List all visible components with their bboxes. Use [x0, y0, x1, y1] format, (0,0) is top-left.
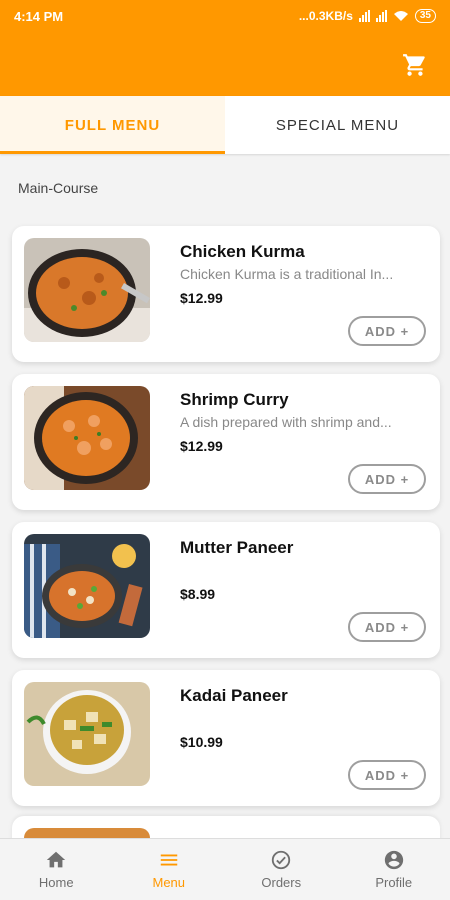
menu-item-card[interactable]: Mutter Paneer $8.99 ADD + [12, 522, 440, 658]
food-image [24, 534, 150, 638]
tab-full-menu[interactable]: FULL MENU [0, 96, 225, 154]
signal-icon [358, 10, 370, 22]
status-bar: 4:14 PM ...0.3KB/s 35 [0, 0, 450, 32]
food-image [24, 386, 150, 490]
item-name: Mutter Paneer [180, 538, 294, 557]
add-button[interactable]: ADD + [348, 760, 426, 790]
nav-menu-label: Menu [152, 875, 186, 890]
item-description: Chicken Kurma is a traditional In... [180, 266, 394, 282]
check-circle-icon [272, 850, 291, 870]
account-icon [384, 850, 403, 870]
menu-item-card[interactable]: Chicken Kurma Chicken Kurma is a traditi… [12, 226, 440, 362]
section-title: Main-Course [18, 180, 99, 196]
item-description: A dish prepared with shrimp and... [180, 414, 392, 430]
item-price: $8.99 [180, 586, 216, 602]
tab-special-menu[interactable]: SPECIAL MENU [225, 96, 450, 154]
add-button[interactable]: ADD + [348, 464, 426, 494]
cart-icon[interactable] [402, 52, 428, 78]
food-image [24, 238, 150, 342]
menu-item-card[interactable]: Kadai Paneer $10.99 ADD + [12, 670, 440, 806]
status-indicators: ...0.3KB/s 35 [299, 9, 436, 23]
nav-orders-label: Orders [261, 875, 302, 890]
item-name: Chicken Kurma [180, 242, 305, 261]
wifi-icon [393, 11, 408, 21]
nav-home[interactable]: Home [0, 839, 113, 900]
network-speed: ...0.3KB/s [298, 9, 353, 23]
item-price: $12.99 [180, 438, 223, 454]
item-name: Kadai Paneer [180, 686, 288, 705]
home-icon [47, 851, 66, 868]
nav-orders[interactable]: Orders [225, 839, 338, 900]
item-price: $10.99 [180, 734, 223, 750]
nav-home-label: Home [38, 875, 74, 890]
add-button[interactable]: ADD + [348, 316, 426, 346]
menu-item-card[interactable]: Shrimp Curry A dish prepared with shrimp… [12, 374, 440, 510]
nav-menu[interactable]: Menu [113, 839, 226, 900]
status-time: 4:14 PM [14, 8, 64, 24]
item-price: $12.99 [180, 290, 223, 306]
food-image [24, 682, 150, 786]
nav-profile[interactable]: Profile [338, 839, 450, 900]
item-name: Shrimp Curry [180, 390, 289, 409]
app-bar: 4:14 PM ...0.3KB/s 35 [0, 0, 450, 96]
add-button[interactable]: ADD + [348, 612, 426, 642]
battery-indicator: 35 [414, 9, 436, 23]
nav-profile-label: Profile [375, 875, 413, 890]
menu-icon [160, 854, 177, 866]
menu-tabs: FULL MENU SPECIAL MENU [0, 96, 450, 154]
signal-icon-2 [375, 10, 387, 22]
bottom-navigation: Home Menu Orders Profile [0, 838, 450, 900]
